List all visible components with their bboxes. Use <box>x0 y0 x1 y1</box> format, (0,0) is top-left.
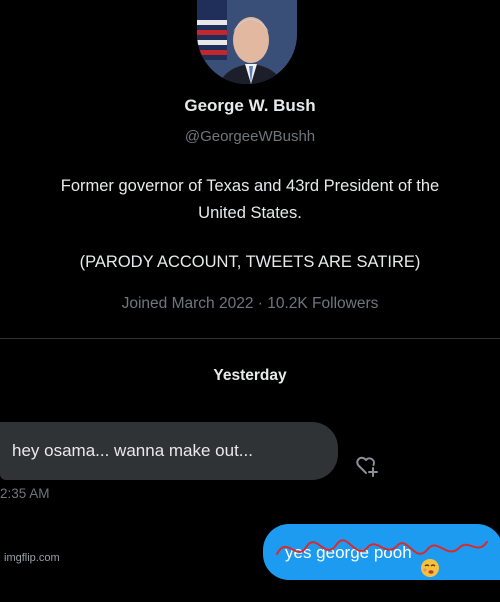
followers-count[interactable]: 10.2K Followers <box>267 295 378 312</box>
message-timestamp: 2:35 AM <box>0 486 50 501</box>
heart-plus-icon[interactable] <box>354 452 380 478</box>
joined-date: Joined March 2022 <box>121 295 254 312</box>
bio-line: United States. <box>198 204 302 222</box>
divider <box>0 338 500 339</box>
profile-avatar[interactable] <box>197 0 297 84</box>
profile-meta: Joined March 2022 · 10.2K Followers <box>0 295 500 313</box>
day-label: Yesterday <box>213 367 287 384</box>
profile-handle: @GeorgeeWBushh <box>184 128 316 145</box>
watermark: imgflip.com <box>4 552 60 564</box>
message-text: hey osama... wanna make out... <box>12 441 253 460</box>
outgoing-message-bubble[interactable]: yes george pooh <box>263 524 500 580</box>
meta-separator: · <box>257 295 263 312</box>
profile-name: George W. Bush <box>184 96 316 115</box>
incoming-message-bubble[interactable]: hey osama... wanna make out... <box>0 422 338 480</box>
face-emoji-icon <box>420 544 440 577</box>
message-text: yes george pooh <box>285 543 412 562</box>
profile-bio: Former governor of Texas and 43rd Presid… <box>0 173 500 276</box>
bio-line: Former governor of Texas and 43rd Presid… <box>60 177 440 195</box>
bio-disclaimer: (PARODY ACCOUNT, TWEETS ARE SATIRE) <box>79 253 421 271</box>
